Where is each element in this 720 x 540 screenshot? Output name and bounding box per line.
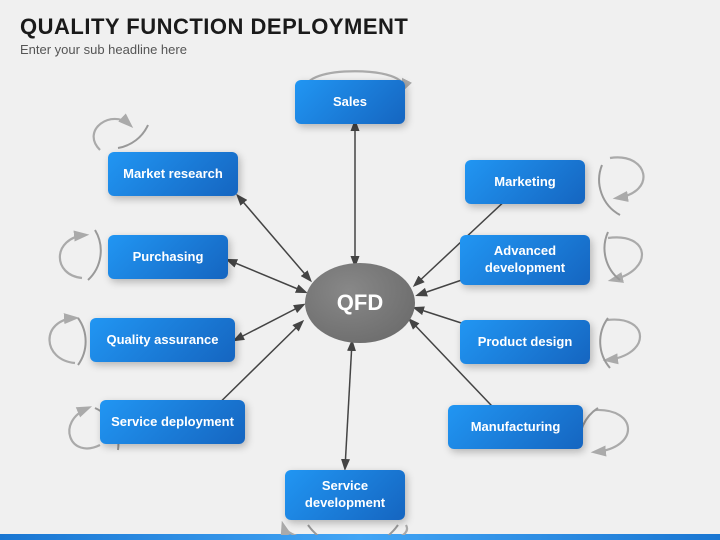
box-product-design[interactable]: Product design xyxy=(460,320,590,364)
box-advanced-dev[interactable]: Advanceddevelopment xyxy=(460,235,590,285)
center-ellipse: QFD xyxy=(305,263,415,343)
box-quality[interactable]: Quality assurance xyxy=(90,318,235,362)
box-marketing[interactable]: Marketing xyxy=(465,160,585,204)
box-manufacturing[interactable]: Manufacturing xyxy=(448,405,583,449)
box-market-research[interactable]: Market research xyxy=(108,152,238,196)
box-sales[interactable]: Sales xyxy=(295,80,405,124)
diagram-area: QFD Sales Marketing Advanceddevelopment Pro… xyxy=(0,70,720,535)
box-service-deploy[interactable]: Service deployment xyxy=(100,400,245,444)
page-title: QUALITY FUNCTION DEPLOYMENT xyxy=(20,14,700,40)
page-subtitle: Enter your sub headline here xyxy=(20,42,700,57)
box-service-dev[interactable]: Servicedevelopment xyxy=(285,470,405,520)
center-label: QFD xyxy=(337,290,383,316)
box-purchasing[interactable]: Purchasing xyxy=(108,235,228,279)
header: QUALITY FUNCTION DEPLOYMENT Enter your s… xyxy=(0,0,720,59)
